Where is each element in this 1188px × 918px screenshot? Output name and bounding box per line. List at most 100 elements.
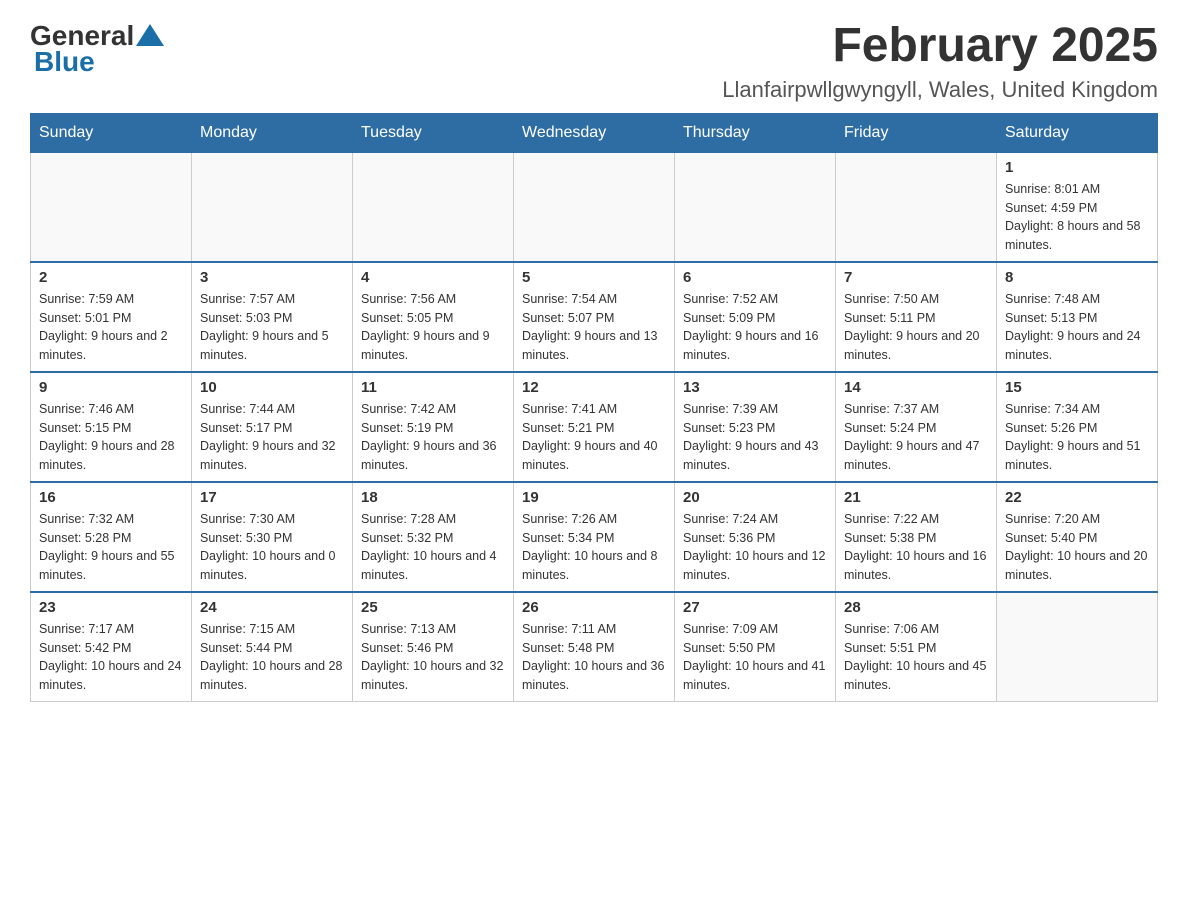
day-info: Sunrise: 7:34 AMSunset: 5:26 PMDaylight:… bbox=[1005, 400, 1149, 475]
day-number: 22 bbox=[1005, 489, 1149, 506]
table-row: 19 Sunrise: 7:26 AMSunset: 5:34 PMDayligh… bbox=[514, 482, 675, 592]
table-row: 23 Sunrise: 7:17 AMSunset: 5:42 PMDayligh… bbox=[31, 592, 192, 702]
day-info: Sunrise: 7:39 AMSunset: 5:23 PMDaylight:… bbox=[683, 400, 827, 475]
calendar-week-row: 23 Sunrise: 7:17 AMSunset: 5:42 PMDayligh… bbox=[31, 592, 1158, 702]
day-info: Sunrise: 7:32 AMSunset: 5:28 PMDaylight:… bbox=[39, 510, 183, 585]
table-row: 10 Sunrise: 7:44 AMSunset: 5:17 PMDayligh… bbox=[192, 372, 353, 482]
month-title: February 2025 bbox=[722, 20, 1158, 73]
day-number: 14 bbox=[844, 379, 988, 396]
table-row: 15Sunrise: 7:34 AMSunset: 5:26 PMDayligh… bbox=[997, 372, 1158, 482]
table-row: 18 Sunrise: 7:28 AMSunset: 5:32 PMDayligh… bbox=[353, 482, 514, 592]
table-row: 25 Sunrise: 7:13 AMSunset: 5:46 PMDayligh… bbox=[353, 592, 514, 702]
day-info: Sunrise: 7:46 AMSunset: 5:15 PMDaylight:… bbox=[39, 400, 183, 475]
day-number: 16 bbox=[39, 489, 183, 506]
day-number: 5 bbox=[522, 269, 666, 286]
table-row: 4Sunrise: 7:56 AMSunset: 5:05 PMDaylight… bbox=[353, 262, 514, 372]
day-info: Sunrise: 8:01 AMSunset: 4:59 PMDaylight:… bbox=[1005, 180, 1149, 255]
col-sunday: Sunday bbox=[31, 113, 192, 152]
table-row bbox=[31, 152, 192, 262]
day-number: 23 bbox=[39, 599, 183, 616]
col-tuesday: Tuesday bbox=[353, 113, 514, 152]
day-number: 25 bbox=[361, 599, 505, 616]
table-row: 1 Sunrise: 8:01 AMSunset: 4:59 PMDaylight… bbox=[997, 152, 1158, 262]
calendar-week-row: 9Sunrise: 7:46 AMSunset: 5:15 PMDaylight… bbox=[31, 372, 1158, 482]
table-row: 11 Sunrise: 7:42 AMSunset: 5:19 PMDayligh… bbox=[353, 372, 514, 482]
day-number: 20 bbox=[683, 489, 827, 506]
day-info: Sunrise: 7:41 AMSunset: 5:21 PMDaylight:… bbox=[522, 400, 666, 475]
table-row: 8 Sunrise: 7:48 AMSunset: 5:13 PMDaylight… bbox=[997, 262, 1158, 372]
day-number: 8 bbox=[1005, 269, 1149, 286]
col-wednesday: Wednesday bbox=[514, 113, 675, 152]
day-number: 18 bbox=[361, 489, 505, 506]
table-row: 6 Sunrise: 7:52 AMSunset: 5:09 PMDaylight… bbox=[675, 262, 836, 372]
day-info: Sunrise: 7:42 AMSunset: 5:19 PMDaylight:… bbox=[361, 400, 505, 475]
day-number: 3 bbox=[200, 269, 344, 286]
day-info: Sunrise: 7:28 AMSunset: 5:32 PMDaylight:… bbox=[361, 510, 505, 585]
day-info: Sunrise: 7:15 AMSunset: 5:44 PMDaylight:… bbox=[200, 620, 344, 695]
table-row: 14 Sunrise: 7:37 AMSunset: 5:24 PMDayligh… bbox=[836, 372, 997, 482]
day-number: 21 bbox=[844, 489, 988, 506]
table-row: 2 Sunrise: 7:59 AMSunset: 5:01 PMDaylight… bbox=[31, 262, 192, 372]
day-info: Sunrise: 7:57 AMSunset: 5:03 PMDaylight:… bbox=[200, 290, 344, 365]
day-info: Sunrise: 7:24 AMSunset: 5:36 PMDaylight:… bbox=[683, 510, 827, 585]
table-row bbox=[836, 152, 997, 262]
day-info: Sunrise: 7:13 AMSunset: 5:46 PMDaylight:… bbox=[361, 620, 505, 695]
day-info: Sunrise: 7:11 AMSunset: 5:48 PMDaylight:… bbox=[522, 620, 666, 695]
day-number: 1 bbox=[1005, 159, 1149, 176]
day-number: 11 bbox=[361, 379, 505, 396]
day-info: Sunrise: 7:52 AMSunset: 5:09 PMDaylight:… bbox=[683, 290, 827, 365]
table-row: 7 Sunrise: 7:50 AMSunset: 5:11 PMDaylight… bbox=[836, 262, 997, 372]
day-info: Sunrise: 7:50 AMSunset: 5:11 PMDaylight:… bbox=[844, 290, 988, 365]
day-info: Sunrise: 7:37 AMSunset: 5:24 PMDaylight:… bbox=[844, 400, 988, 475]
calendar-week-row: 2 Sunrise: 7:59 AMSunset: 5:01 PMDaylight… bbox=[31, 262, 1158, 372]
table-row: 12 Sunrise: 7:41 AMSunset: 5:21 PMDayligh… bbox=[514, 372, 675, 482]
day-number: 17 bbox=[200, 489, 344, 506]
day-number: 26 bbox=[522, 599, 666, 616]
day-info: Sunrise: 7:30 AMSunset: 5:30 PMDaylight:… bbox=[200, 510, 344, 585]
day-info: Sunrise: 7:44 AMSunset: 5:17 PMDaylight:… bbox=[200, 400, 344, 475]
day-info: Sunrise: 7:09 AMSunset: 5:50 PMDaylight:… bbox=[683, 620, 827, 695]
logo-triangle-icon bbox=[136, 24, 164, 46]
calendar-table: Sunday Monday Tuesday Wednesday Thursday… bbox=[30, 113, 1158, 702]
table-row: 3 Sunrise: 7:57 AMSunset: 5:03 PMDaylight… bbox=[192, 262, 353, 372]
table-row: 24 Sunrise: 7:15 AMSunset: 5:44 PMDayligh… bbox=[192, 592, 353, 702]
logo-blue-text: Blue bbox=[34, 46, 95, 78]
table-row bbox=[997, 592, 1158, 702]
day-number: 12 bbox=[522, 379, 666, 396]
calendar-week-row: 1 Sunrise: 8:01 AMSunset: 4:59 PMDaylight… bbox=[31, 152, 1158, 262]
day-info: Sunrise: 7:59 AMSunset: 5:01 PMDaylight:… bbox=[39, 290, 183, 365]
calendar-week-row: 16 Sunrise: 7:32 AMSunset: 5:28 PMDayligh… bbox=[31, 482, 1158, 592]
day-number: 19 bbox=[522, 489, 666, 506]
table-row bbox=[514, 152, 675, 262]
table-row: 26 Sunrise: 7:11 AMSunset: 5:48 PMDayligh… bbox=[514, 592, 675, 702]
col-friday: Friday bbox=[836, 113, 997, 152]
calendar-header-row: Sunday Monday Tuesday Wednesday Thursday… bbox=[31, 113, 1158, 152]
day-number: 10 bbox=[200, 379, 344, 396]
col-thursday: Thursday bbox=[675, 113, 836, 152]
title-section: February 2025 Llanfairpwllgwyngyll, Wale… bbox=[722, 20, 1158, 103]
day-number: 7 bbox=[844, 269, 988, 286]
table-row: 22Sunrise: 7:20 AMSunset: 5:40 PMDayligh… bbox=[997, 482, 1158, 592]
page-header: General Blue February 2025 Llanfairpwllg… bbox=[30, 20, 1158, 103]
table-row: 21 Sunrise: 7:22 AMSunset: 5:38 PMDayligh… bbox=[836, 482, 997, 592]
table-row: 28 Sunrise: 7:06 AMSunset: 5:51 PMDayligh… bbox=[836, 592, 997, 702]
day-number: 28 bbox=[844, 599, 988, 616]
table-row bbox=[192, 152, 353, 262]
day-info: Sunrise: 7:22 AMSunset: 5:38 PMDaylight:… bbox=[844, 510, 988, 585]
day-number: 27 bbox=[683, 599, 827, 616]
day-number: 6 bbox=[683, 269, 827, 286]
day-number: 24 bbox=[200, 599, 344, 616]
table-row: 27 Sunrise: 7:09 AMSunset: 5:50 PMDayligh… bbox=[675, 592, 836, 702]
table-row bbox=[675, 152, 836, 262]
day-number: 13 bbox=[683, 379, 827, 396]
day-number: 2 bbox=[39, 269, 183, 286]
day-info: Sunrise: 7:48 AMSunset: 5:13 PMDaylight:… bbox=[1005, 290, 1149, 365]
day-info: Sunrise: 7:26 AMSunset: 5:34 PMDaylight:… bbox=[522, 510, 666, 585]
logo: General Blue bbox=[30, 20, 166, 78]
table-row bbox=[353, 152, 514, 262]
table-row: 9Sunrise: 7:46 AMSunset: 5:15 PMDaylight… bbox=[31, 372, 192, 482]
table-row: 17 Sunrise: 7:30 AMSunset: 5:30 PMDayligh… bbox=[192, 482, 353, 592]
day-number: 4 bbox=[361, 269, 505, 286]
day-info: Sunrise: 7:17 AMSunset: 5:42 PMDaylight:… bbox=[39, 620, 183, 695]
day-info: Sunrise: 7:06 AMSunset: 5:51 PMDaylight:… bbox=[844, 620, 988, 695]
